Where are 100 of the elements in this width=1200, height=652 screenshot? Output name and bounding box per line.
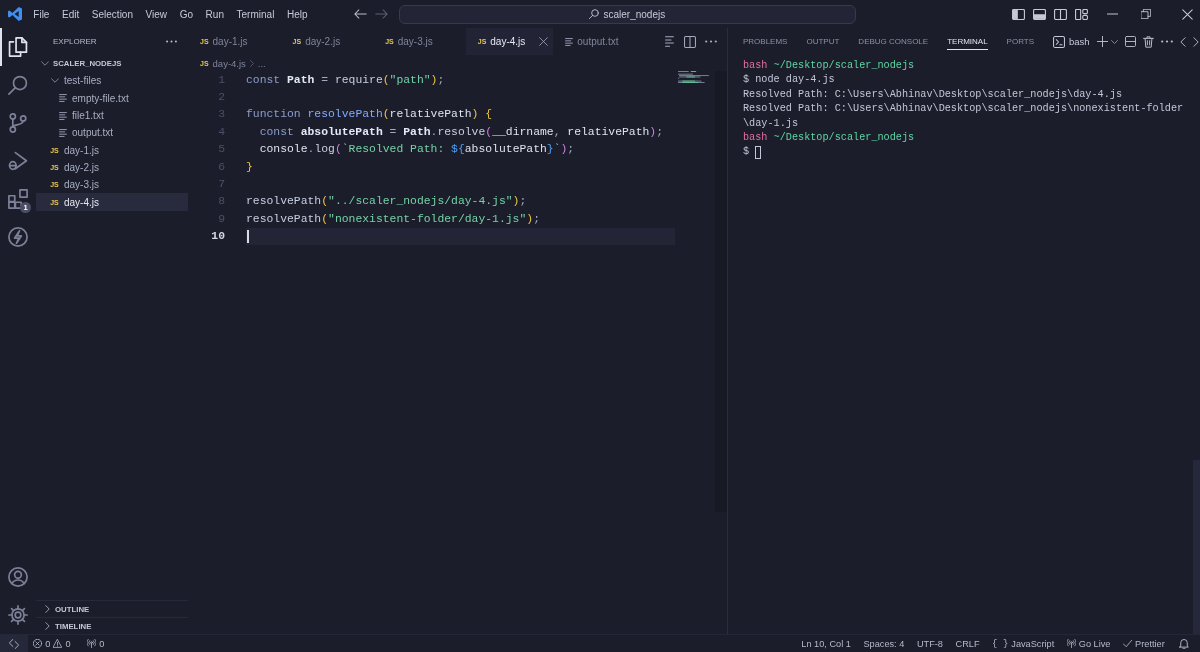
chevron-down-icon[interactable] bbox=[1110, 39, 1118, 44]
restore-icon[interactable] bbox=[1140, 9, 1151, 19]
more-icon[interactable] bbox=[705, 40, 717, 43]
formatter-status[interactable]: Prettier bbox=[1116, 635, 1171, 652]
menu-item[interactable]: Help bbox=[280, 6, 314, 22]
line-ending-status[interactable]: CRLF bbox=[949, 635, 986, 652]
chevron-left-icon[interactable] bbox=[1179, 36, 1186, 47]
menu-item[interactable]: File bbox=[27, 6, 56, 22]
panel-tab[interactable]: PROBLEMS bbox=[743, 33, 788, 50]
split-layout-icon[interactable] bbox=[1054, 8, 1067, 20]
code-line: } bbox=[246, 160, 253, 173]
minimap-drawing bbox=[677, 71, 711, 83]
menu-item[interactable]: View bbox=[139, 6, 174, 22]
line-number: 10 bbox=[211, 230, 225, 243]
ports-button[interactable]: 0 bbox=[80, 635, 111, 652]
braces-icon: { } bbox=[992, 638, 1009, 649]
breadcrumb-item[interactable]: ... bbox=[257, 57, 266, 69]
tree-item[interactable]: empty-file.txt bbox=[36, 89, 188, 107]
arrow-right-icon[interactable] bbox=[374, 9, 388, 19]
search-icon bbox=[8, 75, 28, 95]
sidebar-toggle-icon[interactable] bbox=[1012, 8, 1025, 20]
panel-toggle-icon[interactable] bbox=[1033, 8, 1046, 20]
line-number: 9 bbox=[218, 212, 225, 225]
go-live-button[interactable]: Go Live bbox=[1060, 635, 1117, 652]
trash-icon[interactable] bbox=[1142, 35, 1154, 48]
menu-item[interactable]: Edit bbox=[55, 6, 86, 22]
arrow-left-icon[interactable] bbox=[353, 9, 367, 19]
encoding-status[interactable]: UTF-8 bbox=[910, 635, 950, 652]
problems-button[interactable]: 0 0 bbox=[27, 635, 77, 652]
sidebar-title: EXPLORER bbox=[53, 37, 97, 46]
scrollbar-track[interactable] bbox=[715, 71, 727, 512]
account-icon bbox=[8, 567, 28, 587]
tree-item[interactable]: output.txt bbox=[36, 124, 188, 142]
terminal-profile-button[interactable]: bash bbox=[1053, 35, 1090, 48]
text-file-icon bbox=[58, 94, 67, 103]
cursor-position-status[interactable]: Ln 10, Col 1 bbox=[795, 635, 858, 652]
text-file-icon bbox=[58, 111, 67, 120]
search-icon bbox=[589, 9, 600, 19]
files-icon bbox=[8, 37, 28, 57]
chevron-right-icon bbox=[249, 59, 254, 67]
text-file-icon bbox=[565, 37, 574, 46]
line-number: 8 bbox=[218, 195, 225, 208]
terminal-prompt: $ bbox=[743, 145, 750, 160]
folder-item[interactable]: test-files bbox=[36, 72, 188, 90]
menu-item[interactable]: Run bbox=[199, 6, 231, 22]
more-icon[interactable] bbox=[1160, 40, 1173, 43]
panel-tab[interactable]: PORTS bbox=[1006, 33, 1035, 50]
menu-item[interactable]: Go bbox=[173, 6, 200, 22]
layout-icon[interactable] bbox=[1075, 8, 1088, 20]
settings-icon bbox=[8, 605, 28, 625]
indentation-status[interactable]: Spaces: 4 bbox=[857, 635, 911, 652]
code-line: const absolutePath = Path.resolve(__dirname, relativePath); bbox=[258, 125, 664, 138]
lightning-icon bbox=[8, 227, 28, 247]
plus-icon[interactable] bbox=[1096, 36, 1108, 47]
terminal-line: \day-1.js bbox=[743, 116, 799, 131]
panel-tab[interactable]: TERMINAL bbox=[947, 33, 988, 50]
remote-icon bbox=[9, 638, 19, 649]
close-icon[interactable] bbox=[539, 37, 549, 46]
check-icon bbox=[1123, 639, 1133, 648]
code-line: const Path = require("path"); bbox=[246, 73, 445, 86]
line-number: 3 bbox=[218, 108, 225, 121]
terminal-line: Resolved Path: C:\Users\Abhinav\Desktop\scaler_nodejs\nonexistent-folder bbox=[743, 102, 1184, 117]
remote-button[interactable] bbox=[0, 635, 28, 652]
terminal-line: Resolved Path: C:\Users\Abhinav\Desktop\scaler_nodejs\day-4.js bbox=[743, 87, 1123, 102]
code-line: function resolvePath(relativePath) { bbox=[246, 108, 493, 121]
panel-tab[interactable]: OUTPUT bbox=[806, 33, 840, 50]
line-number: 5 bbox=[218, 143, 225, 156]
warning-icon bbox=[53, 639, 63, 648]
editor-tab[interactable]: output.txt bbox=[553, 28, 652, 55]
split-editor-icon[interactable] bbox=[684, 35, 696, 48]
chevron-right-icon[interactable] bbox=[1192, 36, 1199, 47]
terminal-line: $ node day-4.js bbox=[743, 73, 835, 88]
line-number: 4 bbox=[218, 125, 225, 138]
broadcast-icon bbox=[1066, 639, 1076, 648]
search-field[interactable]: scaler_nodejs bbox=[398, 4, 856, 24]
code-line: resolvePath("nonexistent-folder/day-1.js"); bbox=[246, 212, 540, 225]
menu-item[interactable]: Selection bbox=[85, 6, 140, 22]
line-number: 7 bbox=[218, 178, 225, 191]
terminal-line: bash ~/Desktop/scaler_nodejs bbox=[743, 59, 915, 73]
logo-icon bbox=[8, 7, 22, 21]
branch-icon bbox=[8, 113, 28, 133]
bell-icon[interactable] bbox=[1179, 638, 1189, 649]
antenna-icon bbox=[87, 639, 97, 648]
split-panel-icon[interactable] bbox=[1124, 36, 1136, 47]
list-icon[interactable] bbox=[664, 36, 675, 47]
close-icon[interactable] bbox=[1182, 8, 1193, 20]
panel-tab[interactable]: DEBUG CONSOLE bbox=[858, 33, 929, 50]
terminal-icon bbox=[1053, 35, 1066, 48]
code-line: console.log(`Resolved Path: ${absolutePath}`); bbox=[258, 143, 575, 156]
error-icon bbox=[33, 639, 43, 648]
line-number: 2 bbox=[218, 91, 225, 104]
language-status[interactable]: { } JavaScript bbox=[985, 635, 1061, 652]
terminal-line: bash ~/Desktop/scaler_nodejs bbox=[743, 130, 915, 145]
code-line: resolvePath("../scaler_nodejs/day-4.js"); bbox=[246, 195, 527, 208]
text-cursor bbox=[247, 229, 249, 243]
play-bug-icon bbox=[8, 151, 28, 171]
text-file-icon bbox=[58, 128, 67, 137]
more-icon[interactable] bbox=[166, 40, 177, 43]
menu-item[interactable]: Terminal bbox=[230, 6, 281, 22]
tree-item[interactable]: file1.txt bbox=[36, 106, 188, 125]
